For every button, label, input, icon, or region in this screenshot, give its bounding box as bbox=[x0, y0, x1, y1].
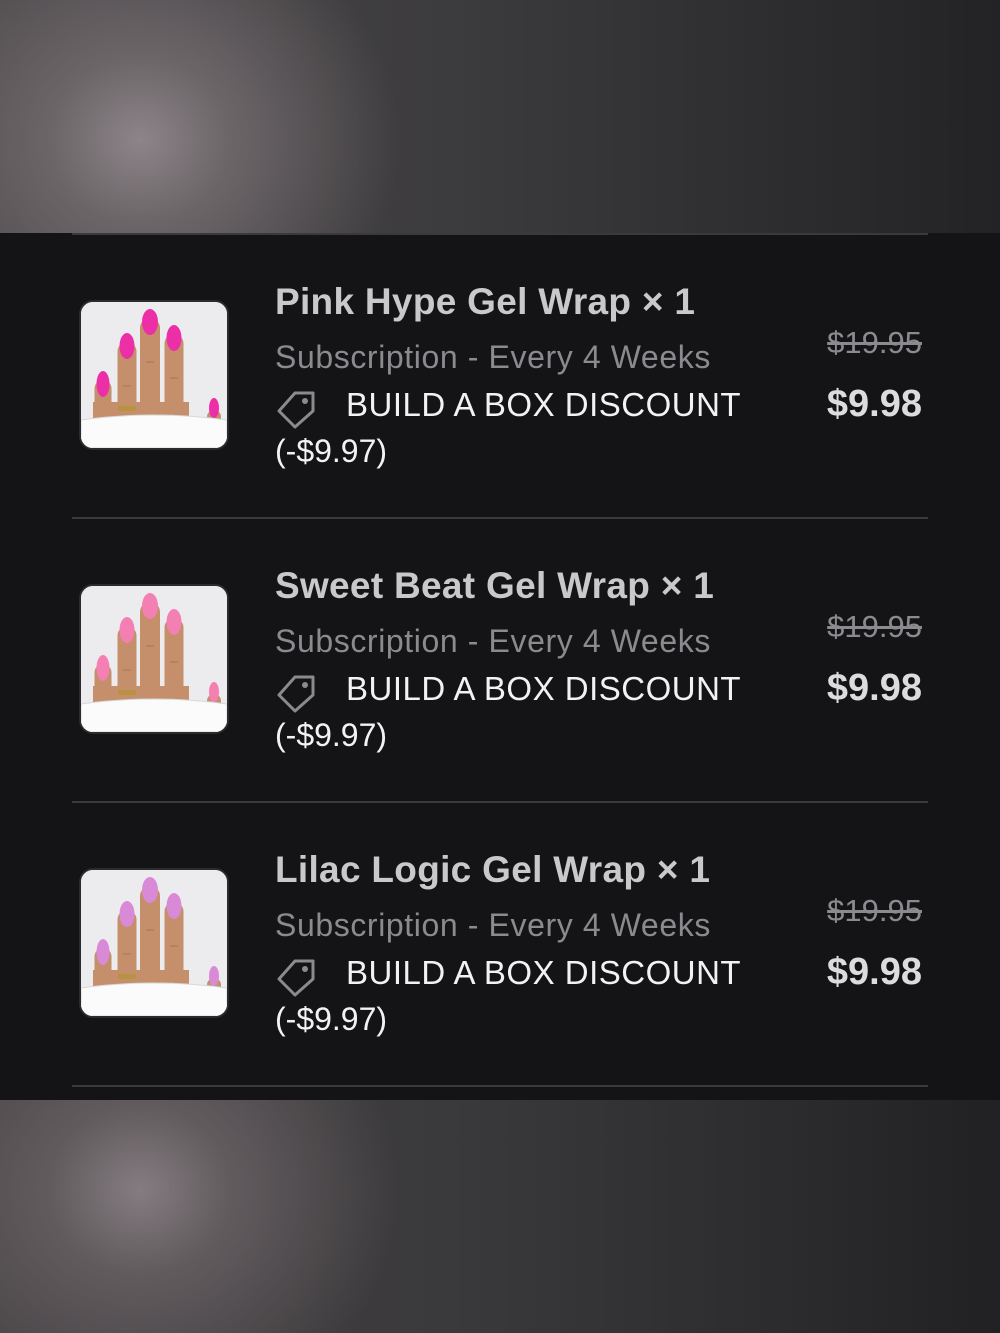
subscription-frequency: Subscription - Every 4 Weeks bbox=[275, 907, 711, 943]
discount-row: BUILD A BOX DISCOUNT bbox=[275, 383, 775, 429]
original-price: $19.95 bbox=[827, 893, 922, 928]
cart-items-panel: Pink Hype Gel Wrap × 1 Subscription - Ev… bbox=[0, 233, 1000, 1100]
subscription-frequency: Subscription - Every 4 Weeks bbox=[275, 623, 711, 659]
product-title[interactable]: Sweet Beat Gel Wrap × 1 bbox=[275, 565, 714, 607]
product-thumbnail[interactable] bbox=[79, 868, 229, 1018]
tag-icon bbox=[277, 959, 315, 997]
product-thumbnail[interactable] bbox=[79, 300, 229, 450]
product-title[interactable]: Lilac Logic Gel Wrap × 1 bbox=[275, 849, 710, 891]
discount-label: BUILD A BOX DISCOUNT bbox=[346, 954, 742, 991]
divider bbox=[72, 1085, 928, 1087]
tag-icon bbox=[277, 675, 315, 713]
hand-with-nails-image bbox=[81, 586, 227, 732]
original-price: $19.95 bbox=[827, 609, 922, 644]
discount-row: BUILD A BOX DISCOUNT bbox=[275, 951, 775, 997]
screenshot-frame: Pink Hype Gel Wrap × 1 Subscription - Ev… bbox=[0, 0, 1000, 1333]
tag-icon bbox=[277, 391, 315, 429]
discount-label: BUILD A BOX DISCOUNT bbox=[346, 386, 742, 423]
discounted-price: $9.98 bbox=[826, 951, 922, 993]
hand-with-nails-image bbox=[81, 870, 227, 1016]
product-thumbnail[interactable] bbox=[79, 584, 229, 734]
discount-label: BUILD A BOX DISCOUNT bbox=[346, 670, 742, 707]
discounted-price: $9.98 bbox=[826, 667, 922, 709]
cart-item[interactable]: Pink Hype Gel Wrap × 1 Subscription - Ev… bbox=[0, 233, 1000, 517]
blurred-background-bottom bbox=[0, 1100, 1000, 1333]
cart-item[interactable]: Sweet Beat Gel Wrap × 1 Subscription - E… bbox=[0, 517, 1000, 801]
blurred-background-top bbox=[0, 0, 1000, 233]
discount-row: BUILD A BOX DISCOUNT bbox=[275, 667, 775, 713]
discount-amount: (-$9.97) bbox=[275, 717, 388, 753]
original-price: $19.95 bbox=[827, 325, 922, 360]
discounted-price: $9.98 bbox=[826, 383, 922, 425]
cart-item[interactable]: Lilac Logic Gel Wrap × 1 Subscription - … bbox=[0, 801, 1000, 1085]
discount-amount: (-$9.97) bbox=[275, 1001, 388, 1037]
subscription-frequency: Subscription - Every 4 Weeks bbox=[275, 339, 711, 375]
product-title[interactable]: Pink Hype Gel Wrap × 1 bbox=[275, 281, 695, 323]
hand-with-nails-image bbox=[81, 302, 227, 448]
discount-amount: (-$9.97) bbox=[275, 433, 388, 469]
